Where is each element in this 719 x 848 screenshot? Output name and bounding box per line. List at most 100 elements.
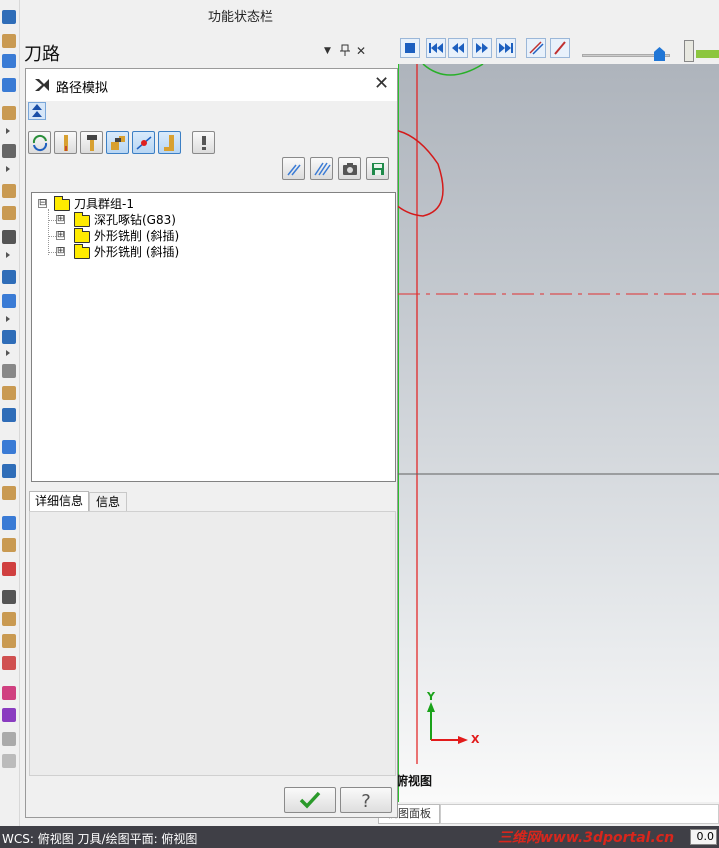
tool-trace-icon[interactable] bbox=[550, 38, 570, 58]
dialog-title: 路径模拟 bbox=[56, 81, 109, 96]
toolbar-pin-icon[interactable] bbox=[2, 590, 16, 604]
double-chevron-up-icon[interactable] bbox=[28, 102, 46, 120]
save-geometry-button[interactable] bbox=[366, 157, 389, 180]
toolbar-edge-icon[interactable] bbox=[2, 538, 16, 552]
toolbar-expand-icon[interactable] bbox=[6, 316, 10, 322]
watermark-text: 三维网www.3dportal.cn bbox=[498, 830, 675, 846]
path-trace-icon[interactable] bbox=[526, 38, 546, 58]
folder-icon bbox=[74, 212, 90, 227]
tree-item-operation-2[interactable]: ⊞ 外形铣削 (斜插) bbox=[56, 228, 376, 244]
show-endpoints-button[interactable] bbox=[132, 131, 155, 154]
tab-info[interactable]: 信息 bbox=[89, 492, 127, 511]
toolbar-analyze-icon[interactable] bbox=[2, 386, 16, 400]
toolbar-expand-icon[interactable] bbox=[6, 128, 10, 134]
first-icon[interactable] bbox=[426, 38, 446, 58]
toolbar-box-icon[interactable] bbox=[2, 78, 16, 92]
details-panel bbox=[29, 511, 396, 776]
slider-thumb[interactable] bbox=[654, 47, 665, 61]
position-marker-icon[interactable] bbox=[684, 40, 694, 62]
expand-expander-icon[interactable]: ⊞ bbox=[56, 247, 65, 256]
toolbar-box3-icon[interactable] bbox=[2, 634, 16, 648]
toolbar-select-icon[interactable] bbox=[2, 440, 16, 454]
toolpath-panel-title: 刀路 bbox=[24, 44, 60, 65]
show-all-paths-button[interactable] bbox=[310, 157, 333, 180]
tool-options-button[interactable] bbox=[192, 131, 215, 154]
last-icon[interactable] bbox=[496, 38, 516, 58]
toolpath-panel-header: 刀路 ▼ ✕ bbox=[20, 34, 398, 68]
panel-pin-icon[interactable] bbox=[340, 44, 350, 59]
toolbar-solid-icon[interactable] bbox=[2, 54, 16, 68]
dialog-close-icon[interactable]: ✕ bbox=[374, 73, 389, 94]
question-icon: ? bbox=[361, 791, 371, 812]
screenshot-button[interactable] bbox=[338, 157, 361, 180]
step-back-icon[interactable] bbox=[448, 38, 468, 58]
toolbar-transform-icon[interactable] bbox=[2, 464, 16, 478]
folder-icon bbox=[54, 196, 70, 211]
show-tool-button[interactable] bbox=[54, 131, 77, 154]
tree-item-operation-3[interactable]: ⊞ 外形铣削 (斜插) bbox=[56, 244, 376, 260]
clear-path-button[interactable] bbox=[282, 157, 305, 180]
toolbar-clear-icon[interactable] bbox=[2, 754, 16, 768]
viewport-tab-strip: 视图面板 bbox=[378, 802, 719, 826]
collapse-expander-icon[interactable]: ⊟ bbox=[38, 199, 47, 208]
toolbar-attrib-icon[interactable] bbox=[2, 732, 16, 746]
mastercam-logo-icon bbox=[34, 77, 50, 97]
stop-icon[interactable] bbox=[400, 38, 420, 58]
zoom-field[interactable]: 0.0 bbox=[690, 829, 717, 845]
toolbar-undo-icon[interactable] bbox=[2, 656, 16, 670]
folder-icon bbox=[74, 244, 90, 259]
tree-item-label: 外形铣削 (斜插) bbox=[94, 229, 180, 243]
toolbar-expand-icon[interactable] bbox=[6, 166, 10, 172]
toolbar-wire-icon[interactable] bbox=[2, 230, 16, 244]
tree-item-label: 深孔啄钻(G83) bbox=[94, 213, 176, 227]
toolbar-arrow-up-icon[interactable] bbox=[2, 10, 16, 24]
toolbar-toolpath-icon[interactable] bbox=[2, 34, 16, 48]
toolbar-stock-icon[interactable] bbox=[2, 106, 16, 120]
y-axis-label: Y bbox=[427, 690, 435, 703]
reload-path-button[interactable] bbox=[28, 131, 51, 154]
toolbar-block-icon[interactable] bbox=[2, 184, 16, 198]
toolbar-color-icon[interactable] bbox=[2, 686, 16, 700]
toolbar-delete-icon[interactable] bbox=[2, 562, 16, 576]
tree-root-group[interactable]: ⊟ 刀具群组-1 bbox=[38, 196, 378, 212]
progress-bar bbox=[696, 50, 719, 58]
simulation-toolbar bbox=[378, 34, 719, 64]
tree-item-label: 刀具群组-1 bbox=[74, 197, 134, 211]
dialog-titlebar: 路径模拟 ✕ bbox=[26, 69, 397, 101]
show-shank-button[interactable] bbox=[158, 131, 181, 154]
step-forward-icon[interactable] bbox=[472, 38, 492, 58]
status-bar: WCS: 俯视图 刀具/绘图平面: 俯视图 三维网www.3dportal.cn… bbox=[0, 826, 719, 848]
show-tool-color-button[interactable] bbox=[106, 131, 129, 154]
toolbar-layer-icon[interactable] bbox=[2, 708, 16, 722]
toolbar-expand-icon[interactable] bbox=[6, 350, 10, 356]
toolbar-grid-icon[interactable] bbox=[2, 408, 16, 422]
function-bar-title: 功能状态栏 bbox=[208, 10, 274, 25]
toolbar-measure-icon[interactable] bbox=[2, 144, 16, 158]
toolbar-box2-icon[interactable] bbox=[2, 612, 16, 626]
toolbar-frame-icon[interactable] bbox=[2, 330, 16, 344]
toolbar-face-icon[interactable] bbox=[2, 516, 16, 530]
toolbar-surface-icon[interactable] bbox=[2, 294, 16, 308]
path-simulation-dialog: 路径模拟 ✕ ⊟ 刀具群组-1 ⊞ 深孔啄钻(G83) ⊞ 外形铣削 (斜插) … bbox=[25, 68, 398, 818]
expand-expander-icon[interactable]: ⊞ bbox=[56, 215, 65, 224]
toolbar-upload-icon[interactable] bbox=[2, 270, 16, 284]
show-holder-button[interactable] bbox=[80, 131, 103, 154]
ok-button[interactable] bbox=[284, 787, 336, 813]
checkmark-icon bbox=[299, 791, 321, 809]
toolbar-mesh-icon[interactable] bbox=[2, 364, 16, 378]
toolbar-cube-icon[interactable] bbox=[2, 486, 16, 500]
view-name-label: 俯视图 bbox=[396, 774, 433, 788]
help-button[interactable]: ? bbox=[340, 787, 392, 813]
function-status-bar: 功能状态栏 bbox=[0, 0, 719, 32]
x-axis-label: X bbox=[471, 733, 480, 746]
tab-details[interactable]: 详细信息 bbox=[29, 491, 89, 511]
panel-close-icon[interactable]: ✕ bbox=[356, 44, 366, 58]
expand-expander-icon[interactable]: ⊞ bbox=[56, 231, 65, 240]
toolbar-block-icon[interactable] bbox=[2, 206, 16, 220]
panel-dropdown-icon[interactable]: ▼ bbox=[324, 46, 331, 56]
operations-tree[interactable]: ⊟ 刀具群组-1 ⊞ 深孔啄钻(G83) ⊞ 外形铣削 (斜插) ⊞ 外形铣削 … bbox=[31, 192, 396, 482]
tree-item-operation-1[interactable]: ⊞ 深孔啄钻(G83) bbox=[56, 212, 376, 228]
toolbar-expand-icon[interactable] bbox=[6, 252, 10, 258]
graphics-viewport[interactable]: Y X bbox=[398, 64, 719, 802]
tab-strip-fill bbox=[440, 804, 719, 824]
